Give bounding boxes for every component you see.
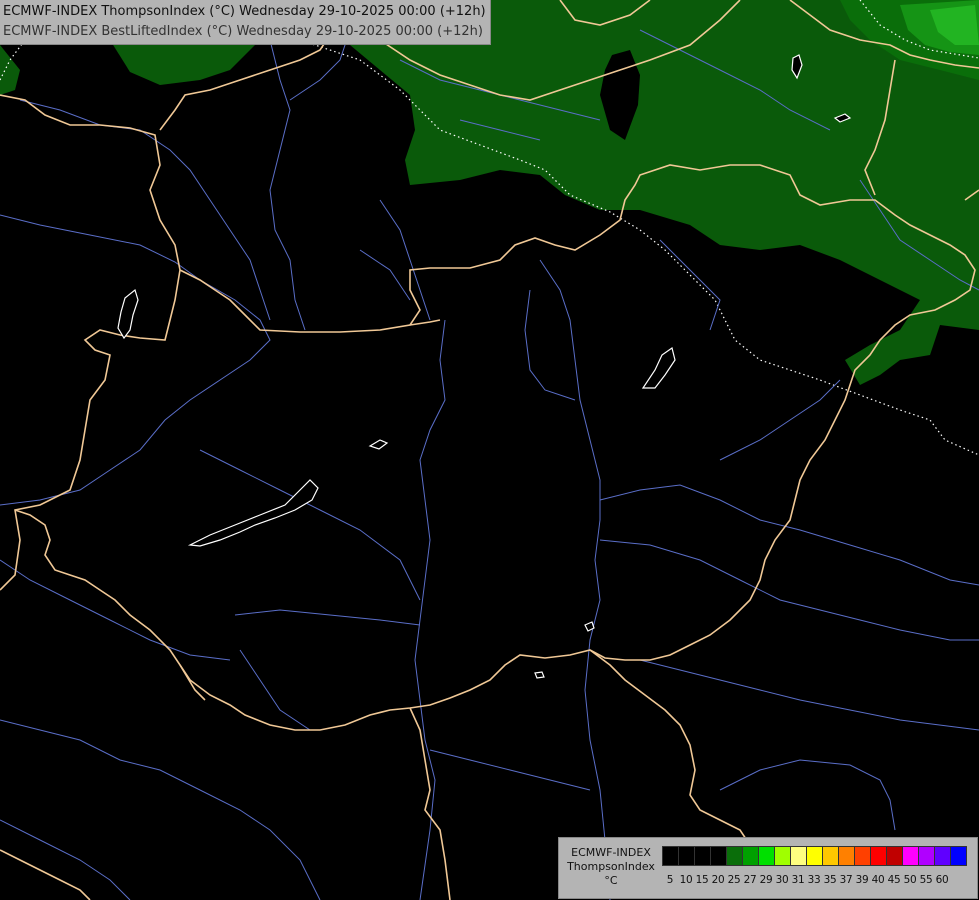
legend-tick-label: 37 bbox=[839, 874, 853, 886]
legend-tick-label: 25 bbox=[727, 874, 741, 886]
legend-swatch bbox=[742, 846, 759, 866]
legend-swatch bbox=[950, 846, 967, 866]
legend-tick-label: 27 bbox=[743, 874, 757, 886]
legend-ticks: 5 10 15 20 25 27 29 30 31 33 35 37 39 40 45 50 55 60 bbox=[662, 874, 950, 886]
legend-swatch bbox=[726, 846, 743, 866]
map-title-secondary: ECMWF-INDEX BestLiftedIndex (°C) Wednesd… bbox=[3, 24, 483, 39]
legend-swatch bbox=[902, 846, 919, 866]
legend-tick-label: 35 bbox=[823, 874, 837, 886]
map-title-box: ECMWF-INDEX ThompsonIndex (°C) Wednesday… bbox=[0, 0, 491, 45]
legend-unit: °C bbox=[604, 874, 618, 887]
legend-swatch bbox=[806, 846, 823, 866]
legend-tick-label: 20 bbox=[711, 874, 725, 886]
legend-tick-label: 15 bbox=[695, 874, 709, 886]
legend-tick-label: 30 bbox=[775, 874, 789, 886]
legend-swatch bbox=[854, 846, 871, 866]
legend-tick-label: 10 bbox=[679, 874, 693, 886]
legend-tick-label: 29 bbox=[759, 874, 773, 886]
legend-label: ECMWF-INDEX ThompsonIndex °C bbox=[563, 846, 659, 888]
legend-swatch bbox=[678, 846, 695, 866]
color-legend: ECMWF-INDEX ThompsonIndex °C 5 10 15 20 25 27… bbox=[558, 837, 978, 899]
legend-tick-label: 31 bbox=[791, 874, 805, 886]
legend-swatch bbox=[662, 846, 679, 866]
legend-swatch bbox=[790, 846, 807, 866]
legend-swatch bbox=[710, 846, 727, 866]
legend-swatch bbox=[774, 846, 791, 866]
legend-tick-label: 50 bbox=[903, 874, 917, 886]
legend-tick-label: 45 bbox=[887, 874, 901, 886]
legend-source: ECMWF-INDEX bbox=[571, 846, 651, 859]
legend-tick-label: 55 bbox=[919, 874, 933, 886]
legend-swatches bbox=[662, 846, 967, 866]
legend-swatch bbox=[694, 846, 711, 866]
legend-parameter: ThompsonIndex bbox=[567, 860, 655, 873]
legend-swatch bbox=[934, 846, 951, 866]
legend-tick-label: 39 bbox=[855, 874, 869, 886]
legend-tick-label: 60 bbox=[935, 874, 949, 886]
legend-tick-label: 5 bbox=[666, 874, 674, 886]
legend-swatch bbox=[758, 846, 775, 866]
map-title-primary: ECMWF-INDEX ThompsonIndex (°C) Wednesday… bbox=[3, 4, 486, 19]
legend-swatch bbox=[870, 846, 887, 866]
legend-swatch bbox=[918, 846, 935, 866]
legend-swatch bbox=[886, 846, 903, 866]
legend-swatch bbox=[822, 846, 839, 866]
weather-map bbox=[0, 0, 979, 900]
legend-tick-label: 33 bbox=[807, 874, 821, 886]
legend-swatch bbox=[838, 846, 855, 866]
legend-tick-label: 40 bbox=[871, 874, 885, 886]
